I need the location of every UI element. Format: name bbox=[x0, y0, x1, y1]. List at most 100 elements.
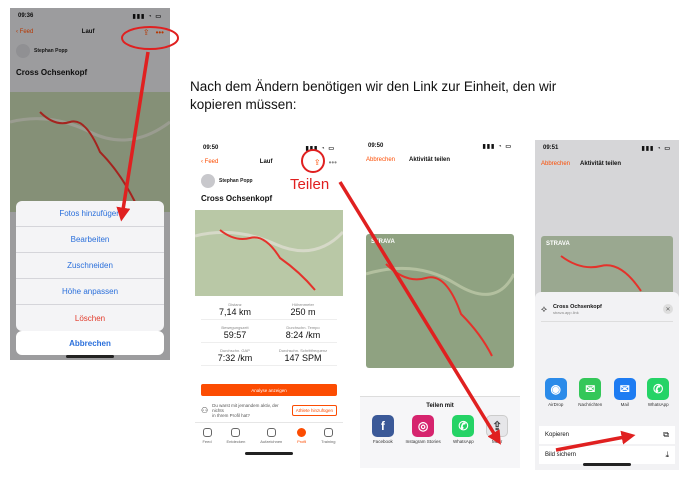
nav-bar: Abbrechen Aktivität teilen bbox=[535, 156, 679, 172]
save-image-action[interactable]: Bild sichern ⤓ bbox=[539, 446, 675, 464]
share-sheet-header: ⟡ Cross Ochsenkopf strava.app.link ✕ bbox=[541, 298, 673, 322]
athlete-row: Stephan Popp bbox=[201, 174, 253, 188]
mail-icon: ✉ bbox=[613, 378, 636, 400]
tab-profile[interactable]: Profil bbox=[297, 427, 307, 444]
home-indicator bbox=[583, 463, 631, 466]
action-edit[interactable]: Bearbeiten bbox=[16, 227, 164, 253]
share-whatsapp[interactable]: ✆ WhatsApp bbox=[452, 415, 475, 444]
instruction-text: Nach dem Ändern benötigen wir den Link z… bbox=[190, 78, 670, 114]
download-icon: ⤓ bbox=[665, 450, 669, 459]
status-time: 09:51 bbox=[543, 145, 559, 151]
nav-bar: Abbrechen Aktivität teilen bbox=[360, 152, 520, 168]
more-icon[interactable]: ••• bbox=[329, 158, 337, 167]
invite-text-2: in Ihrem Profil hat? bbox=[212, 412, 250, 418]
home-indicator bbox=[66, 355, 114, 358]
whatsapp-icon: ✆ bbox=[647, 378, 670, 400]
signal-battery-icon: ▮▮▮ ◔ ▭ bbox=[482, 143, 512, 150]
cancel-button[interactable]: Abbrechen bbox=[366, 157, 395, 163]
stat-avg-cadence: Durchschn. Schrittfrequenz 147 SPM bbox=[269, 346, 337, 366]
compass-icon bbox=[231, 427, 241, 437]
action-sheet: Fotos hinzufügen Bearbeiten Zuschneiden … bbox=[16, 201, 164, 331]
phone-screen-ios-share: 09:51 ▮▮▮ ◔ ▭ Abbrechen Aktivität teilen… bbox=[535, 140, 679, 470]
share-more[interactable]: ⇪ Mehr bbox=[486, 415, 509, 444]
share-preview-map: STRAVA bbox=[541, 236, 673, 296]
copy-icon: ⧉ bbox=[663, 430, 669, 439]
whatsapp-icon: ✆ bbox=[452, 415, 475, 437]
share-instagram-stories[interactable]: ◎ Instagram Stories bbox=[406, 415, 441, 444]
share-annotation-label: Teilen bbox=[290, 176, 330, 193]
share-icon[interactable]: ⇪ bbox=[314, 158, 321, 167]
nav-title: Lauf bbox=[259, 159, 273, 165]
instruction-line-2: kopieren müssen: bbox=[190, 97, 297, 112]
home-icon bbox=[202, 427, 212, 437]
view-analysis-button[interactable]: Analyse anzeigen bbox=[201, 384, 337, 396]
people-icon: ⚇ bbox=[201, 405, 209, 415]
phone-screen-share-activity: 09:50 ▮▮▮ ◔ ▭ Abbrechen Aktivität teilen… bbox=[360, 138, 520, 468]
status-time: 09:50 bbox=[203, 145, 219, 151]
action-adjust-elevation[interactable]: Höhe anpassen bbox=[16, 279, 164, 305]
share-sheet-title: Teilen mit bbox=[426, 403, 454, 409]
phone-screen-edit-menu: 09:36 ▮▮▮ ◔ ▭ ‹ Feed Lauf ⇪ ••• Stephan … bbox=[10, 8, 170, 360]
stat-avg-pace: Durchschn. Tempo 8:24 /km bbox=[269, 323, 337, 343]
add-athlete-button[interactable]: Athlete hinzufügen bbox=[291, 404, 337, 416]
activity-title: Cross Ochsenkopf bbox=[201, 194, 273, 203]
share-whatsapp[interactable]: ✆ WhatsApp bbox=[647, 378, 670, 407]
share-more-icon: ⇪ bbox=[486, 415, 509, 437]
invite-row: ⚇ Du warst mit jemandem aktiv, der nicht… bbox=[201, 402, 337, 418]
signal-battery-icon: ▮▮▮ ◔ ▭ bbox=[641, 145, 671, 152]
tab-explore[interactable]: Entdecken bbox=[226, 427, 245, 444]
stat-avg-gap: Durchschn. GAP 7:32 /km bbox=[201, 346, 269, 366]
strava-logo: STRAVA bbox=[546, 241, 570, 247]
messages-icon: ✉ bbox=[579, 378, 602, 400]
tab-feed[interactable]: Feed bbox=[202, 427, 212, 444]
strava-app-icon: ⟡ bbox=[541, 304, 547, 314]
instruction-line-1: Nach dem Ändern benötigen wir den Link z… bbox=[190, 79, 557, 94]
nav-bar: ‹ Feed Lauf ⇪ ••• bbox=[195, 154, 343, 170]
share-app-list: ◉ AirDrop ✉ Nachrichten ✉ Mail ✆ WhatsAp… bbox=[539, 378, 675, 407]
airdrop-icon: ◉ bbox=[544, 378, 567, 400]
share-messages[interactable]: ✉ Nachrichten bbox=[578, 378, 602, 407]
copy-action[interactable]: Kopieren ⧉ bbox=[539, 426, 675, 444]
signal-battery-icon: ▮▮▮ ◔ ▭ bbox=[305, 145, 335, 152]
tab-bar: Feed Entdecken Aufzeichnen Profil Traini… bbox=[195, 422, 343, 448]
ios-share-sheet: ⟡ Cross Ochsenkopf strava.app.link ✕ ◉ A… bbox=[535, 292, 679, 470]
action-add-photos[interactable]: Fotos hinzufügen bbox=[16, 201, 164, 227]
cancel-button[interactable]: Abbrechen bbox=[541, 161, 570, 167]
action-delete[interactable]: Löschen bbox=[16, 305, 164, 331]
back-button[interactable]: ‹ Feed bbox=[201, 159, 218, 165]
tab-record[interactable]: Aufzeichnen bbox=[260, 427, 282, 444]
athlete-name: Stephan Popp bbox=[219, 178, 253, 184]
close-icon[interactable]: ✕ bbox=[663, 304, 673, 314]
tab-training[interactable]: Training bbox=[321, 427, 335, 444]
stats-grid: Distanz 7,14 km Höhenmeter 250 m Bewegungs… bbox=[201, 300, 337, 366]
instagram-icon: ◎ bbox=[412, 415, 435, 437]
stat-moving-time: Bewegungszeit 59:57 bbox=[201, 323, 269, 343]
stat-distance: Distanz 7,14 km bbox=[201, 300, 269, 320]
share-sheet: Teilen mit f Facebook ◎ Instagram Storie… bbox=[360, 396, 520, 468]
strava-logo: STRAVA bbox=[371, 239, 395, 245]
invite-text: Du warst mit jemandem aktiv, der nichts bbox=[212, 402, 279, 413]
status-bar: 09:51 ▮▮▮ ◔ ▭ bbox=[535, 140, 679, 156]
action-crop[interactable]: Zuschneiden bbox=[16, 253, 164, 279]
profile-icon bbox=[297, 427, 307, 437]
avatar bbox=[201, 174, 215, 188]
cancel-button[interactable]: Abbrechen bbox=[16, 331, 164, 355]
share-facebook[interactable]: f Facebook bbox=[371, 415, 394, 444]
calendar-icon bbox=[323, 427, 333, 437]
facebook-icon: f bbox=[371, 415, 394, 437]
record-icon bbox=[266, 427, 276, 437]
nav-title: Aktivität teilen bbox=[580, 161, 622, 167]
save-image-label: Bild sichern bbox=[545, 452, 577, 458]
stat-elevation: Höhenmeter 250 m bbox=[269, 300, 337, 320]
share-preview-graphic bbox=[366, 263, 514, 357]
share-preview-map: STRAVA bbox=[366, 234, 514, 368]
share-item-subtitle: strava.app.link bbox=[552, 310, 579, 315]
nav-title: Aktivität teilen bbox=[409, 157, 451, 163]
share-airdrop[interactable]: ◉ AirDrop bbox=[544, 378, 567, 407]
status-time: 09:50 bbox=[368, 143, 384, 149]
copy-label: Kopieren bbox=[545, 432, 570, 438]
route-map-graphic bbox=[195, 229, 343, 291]
share-app-list: f Facebook ◎ Instagram Stories ✆ WhatsAp… bbox=[366, 415, 514, 444]
share-mail[interactable]: ✉ Mail bbox=[613, 378, 636, 407]
route-map[interactable] bbox=[195, 210, 343, 296]
